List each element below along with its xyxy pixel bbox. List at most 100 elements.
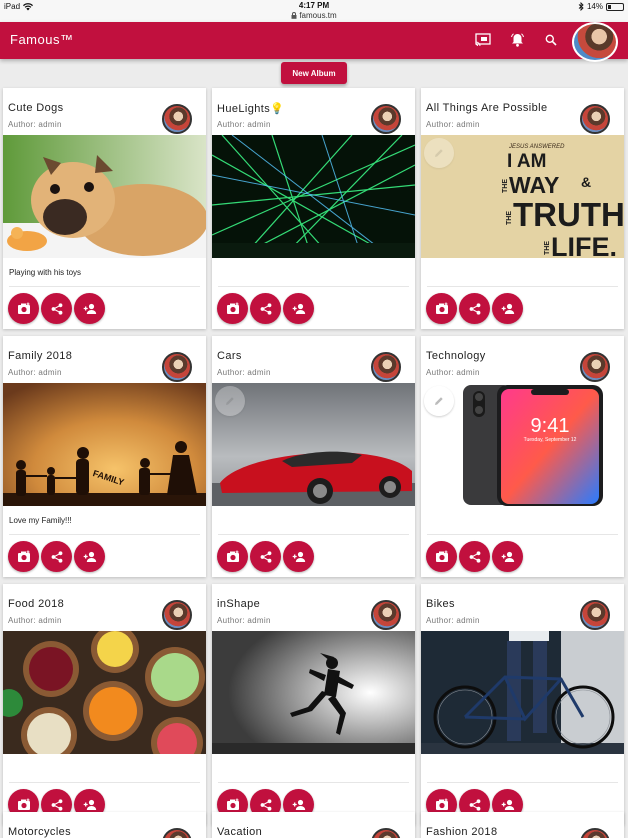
add-photo-icon (226, 302, 239, 314)
add-photo-button[interactable] (426, 293, 457, 324)
album-cover-image[interactable] (3, 135, 206, 258)
notification-bell-icon[interactable] (507, 30, 527, 50)
share-icon (469, 550, 480, 563)
album-author: Author: admin (8, 616, 62, 625)
add-person-icon (292, 799, 305, 810)
card-actions (217, 541, 314, 572)
album-card[interactable]: Technology Author: admin 9:41 Tuesday, S… (421, 336, 624, 577)
album-card[interactable]: inShape Author: admin (212, 584, 415, 825)
album-cover-image[interactable] (3, 631, 206, 754)
album-author: Author: admin (217, 616, 271, 625)
add-member-button[interactable] (283, 293, 314, 324)
edit-album-button[interactable] (424, 138, 454, 168)
add-photo-icon (226, 550, 239, 562)
author-avatar (162, 352, 192, 382)
card-actions (426, 541, 523, 572)
poster-truth: TRUTH (513, 196, 624, 233)
album-card[interactable]: Family 2018 Author: admin FAMILY Love my… (3, 336, 206, 577)
album-title[interactable]: All Things Are Possible (426, 102, 548, 114)
author-avatar (580, 352, 610, 382)
album-title[interactable]: Cars (217, 350, 242, 362)
album-card[interactable]: Cute Dogs Author: admin Playing with his… (3, 88, 206, 329)
album-card[interactable]: HueLights💡 Author: admin (212, 88, 415, 329)
add-member-button[interactable] (492, 293, 523, 324)
add-photo-icon (435, 550, 448, 562)
album-cover-image[interactable] (212, 631, 415, 754)
album-title[interactable]: Family 2018 (8, 350, 72, 362)
add-person-icon (83, 303, 96, 314)
add-person-icon (292, 551, 305, 562)
album-author: Author: admin (8, 120, 62, 129)
add-photo-button[interactable] (426, 541, 457, 572)
add-photo-button[interactable] (8, 541, 39, 572)
album-title[interactable]: HueLights💡 (217, 102, 284, 115)
album-title[interactable]: Fashion 2018 (426, 826, 497, 838)
add-photo-button[interactable] (217, 541, 248, 572)
author-avatar (580, 104, 610, 134)
new-album-button[interactable]: New Album (281, 62, 347, 84)
album-grid: Cute Dogs Author: admin Playing with his… (3, 88, 625, 825)
search-icon[interactable] (541, 30, 561, 50)
album-title[interactable]: Food 2018 (8, 598, 64, 610)
add-person-icon (501, 303, 514, 314)
author-avatar (162, 104, 192, 134)
album-card[interactable]: Bikes Author: admin (421, 584, 624, 825)
album-title[interactable]: Vacation (217, 826, 262, 838)
add-person-icon (501, 799, 514, 810)
status-center: 4:17 PM famous.tm (0, 1, 628, 20)
add-member-button[interactable] (74, 293, 105, 324)
add-photo-button[interactable] (217, 293, 248, 324)
brand-title[interactable]: Famous™ (10, 32, 73, 47)
album-cover-image[interactable] (421, 631, 624, 754)
add-photo-button[interactable] (8, 293, 39, 324)
phone-date: Tuesday, September 12 (524, 437, 577, 443)
share-button[interactable] (250, 541, 281, 572)
album-title[interactable]: Bikes (426, 598, 455, 610)
album-card[interactable]: Fashion 2018 (421, 812, 624, 838)
album-author: Author: admin (217, 368, 271, 377)
edit-pencil-icon (435, 149, 443, 157)
lock-icon (291, 12, 297, 19)
author-avatar (580, 600, 610, 630)
share-icon (469, 798, 480, 811)
add-member-button[interactable] (492, 541, 523, 572)
poster-the-2: THE (506, 211, 513, 225)
author-avatar (580, 828, 610, 838)
album-title[interactable]: Motorcycles (8, 826, 71, 838)
share-button[interactable] (459, 541, 490, 572)
album-cover-image[interactable] (212, 135, 415, 258)
card-actions (8, 541, 105, 572)
share-icon (260, 798, 271, 811)
cast-icon[interactable] (473, 30, 493, 50)
album-title[interactable]: Cute Dogs (8, 102, 64, 114)
album-author: Author: admin (426, 120, 480, 129)
album-card[interactable]: Cars Author: admin (212, 336, 415, 577)
add-photo-icon (17, 302, 30, 314)
add-person-icon (501, 551, 514, 562)
poster-life: LIFE. (551, 232, 617, 258)
divider (218, 782, 409, 783)
add-member-button[interactable] (74, 541, 105, 572)
bluetooth-icon (578, 2, 584, 11)
album-card[interactable]: All Things Are Possible Author: admin JE… (421, 88, 624, 329)
add-member-button[interactable] (283, 541, 314, 572)
edit-album-button[interactable] (215, 386, 245, 416)
album-cover-image[interactable]: FAMILY (3, 383, 206, 506)
share-icon (469, 302, 480, 315)
edit-album-button[interactable] (424, 386, 454, 416)
poster-the-3: THE (544, 241, 551, 255)
album-title[interactable]: Technology (426, 350, 486, 362)
url-bar[interactable]: famous.tm (0, 11, 628, 20)
share-button[interactable] (459, 293, 490, 324)
share-button[interactable] (250, 293, 281, 324)
poster-small-text: JESUS ANSWERED (508, 144, 565, 150)
share-button[interactable] (41, 541, 72, 572)
album-title[interactable]: inShape (217, 598, 260, 610)
album-description: Love my Family!!! (9, 516, 72, 525)
user-avatar[interactable] (572, 22, 618, 62)
share-button[interactable] (41, 293, 72, 324)
album-card[interactable]: Vacation (212, 812, 415, 838)
add-photo-icon (435, 302, 448, 314)
album-card[interactable]: Motorcycles (3, 812, 206, 838)
album-card[interactable]: Food 2018 Author: admin (3, 584, 206, 825)
